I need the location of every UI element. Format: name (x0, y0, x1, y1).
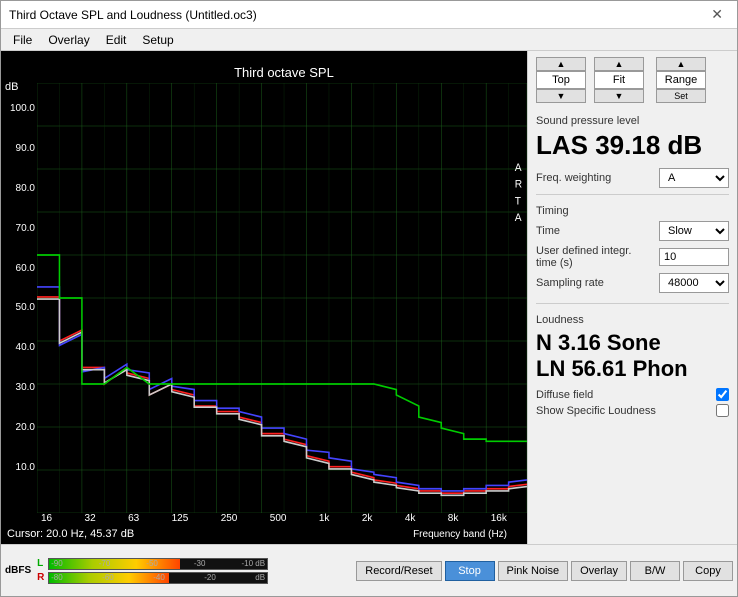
show-specific-label: Show Specific Loudness (536, 405, 656, 417)
time-select[interactable]: Slow Fast (659, 221, 729, 241)
pink-noise-button[interactable]: Pink Noise (498, 561, 569, 581)
l-label: L (37, 558, 45, 569)
menu-file[interactable]: File (5, 31, 40, 49)
sampling-rate-row: Sampling rate 48000 44100 (536, 273, 729, 293)
fit-down-btn[interactable]: ▼ (594, 89, 644, 103)
record-reset-button[interactable]: Record/Reset (356, 561, 441, 581)
freq-weighting-select[interactable]: A C Z (659, 168, 729, 188)
time-row: Time Slow Fast (536, 221, 729, 241)
bottom-strip: dBFS L -90 -70 -50 -30 -10 dB R (1, 544, 737, 596)
fit-up-btn[interactable]: ▲ (594, 57, 644, 71)
top-down-btn[interactable]: ▼ (536, 89, 586, 103)
level-bar-L-ticks: -90 -70 -50 -30 -10 dB (49, 559, 267, 569)
diffuse-field-checkbox[interactable] (716, 388, 729, 401)
freq-weighting-label: Freq. weighting (536, 172, 611, 184)
diffuse-field-row: Diffuse field (536, 388, 729, 401)
main-window: Third Octave SPL and Loudness (Untitled.… (0, 0, 738, 597)
svg-text:A: A (515, 162, 523, 174)
chart-plot: A R T A (37, 83, 527, 513)
menu-overlay[interactable]: Overlay (40, 31, 97, 49)
diffuse-field-label: Diffuse field (536, 389, 593, 401)
x-axis-title: Frequency band (Hz) (413, 529, 527, 540)
loudness-section-label: Loudness (536, 314, 729, 326)
freq-weighting-row: Freq. weighting A C Z (536, 168, 729, 188)
db-label: dB (5, 81, 18, 93)
level-bars: L -90 -70 -50 -30 -10 dB R (37, 558, 268, 584)
top-up-btn[interactable]: ▲ (536, 57, 586, 71)
fit-value: Fit (594, 71, 644, 89)
svg-text:A: A (515, 211, 523, 223)
r-label: R (37, 572, 45, 583)
copy-button[interactable]: Copy (683, 561, 733, 581)
level-bar-R-row: R -80 -60 -40 -20 dB (37, 572, 268, 584)
user-defined-row: User defined integr. time (s) (536, 245, 729, 269)
y-axis: 100.0 90.0 80.0 70.0 60.0 50.0 40.0 30.0… (1, 83, 37, 513)
title-bar: Third Octave SPL and Loudness (Untitled.… (1, 1, 737, 29)
time-label: Time (536, 225, 560, 237)
set-btn[interactable]: Set (656, 89, 706, 103)
menu-bar: File Overlay Edit Setup (1, 29, 737, 51)
chart-title: Third octave SPL (234, 65, 334, 80)
svg-text:T: T (515, 195, 522, 207)
window-title: Third Octave SPL and Loudness (Untitled.… (9, 8, 257, 22)
sampling-rate-select[interactable]: 48000 44100 (659, 273, 729, 293)
menu-edit[interactable]: Edit (98, 31, 135, 49)
level-bar-L: -90 -70 -50 -30 -10 dB (48, 558, 268, 570)
menu-setup[interactable]: Setup (134, 31, 181, 49)
top-control-group: ▲ Top ▼ (536, 57, 586, 103)
chart-svg: A R T A (37, 83, 527, 513)
bottom-buttons: Record/Reset Stop Pink Noise Overlay B/W… (356, 561, 733, 581)
svg-text:R: R (515, 178, 523, 190)
spl-section-label: Sound pressure level (536, 115, 729, 127)
loudness-n: N 3.16 Sone (536, 330, 729, 356)
show-specific-checkbox[interactable] (716, 404, 729, 417)
show-specific-row: Show Specific Loudness (536, 404, 729, 417)
level-bar-L-row: L -90 -70 -50 -30 -10 dB (37, 558, 268, 570)
stop-button[interactable]: Stop (445, 561, 495, 581)
cursor-info: Cursor: 20.0 Hz, 45.37 dB (1, 528, 134, 540)
close-button[interactable]: ✕ (705, 4, 729, 25)
level-bar-R-ticks: -80 -60 -40 -20 dB (49, 573, 267, 583)
loudness-section: Loudness N 3.16 Sone LN 56.61 Phon (536, 303, 729, 383)
x-axis-labels: 16 32 63 125 250 500 1k 2k 4k 8k 16k (41, 513, 527, 524)
sampling-rate-label: Sampling rate (536, 277, 604, 289)
level-bar-R: -80 -60 -40 -20 dB (48, 572, 268, 584)
user-defined-input[interactable] (659, 248, 729, 266)
chart-footer: Cursor: 20.0 Hz, 45.37 dB Frequency band… (1, 526, 527, 544)
dbfs-label: dBFS (5, 565, 31, 576)
spl-section: Sound pressure level LAS 39.18 dB (536, 111, 729, 160)
spl-value: LAS 39.18 dB (536, 131, 729, 160)
range-label: Range (656, 71, 706, 89)
range-up-btn[interactable]: ▲ (656, 57, 706, 71)
loudness-ln: LN 56.61 Phon (536, 356, 729, 382)
bw-button[interactable]: B/W (630, 561, 680, 581)
main-content: dB Third octave SPL 100.0 90.0 80.0 70.0… (1, 51, 737, 544)
timing-section: Timing Time Slow Fast User defined integ… (536, 194, 729, 297)
chart-area: dB Third octave SPL 100.0 90.0 80.0 70.0… (1, 51, 527, 544)
overlay-button[interactable]: Overlay (571, 561, 627, 581)
right-panel: ▲ Top ▼ ▲ Fit ▼ ▲ Range (527, 51, 737, 544)
x-axis-container: 16 32 63 125 250 500 1k 2k 4k 8k 16k (1, 513, 527, 526)
timing-section-label: Timing (536, 205, 729, 217)
top-controls: ▲ Top ▼ ▲ Fit ▼ ▲ Range (536, 57, 729, 103)
top-value: Top (536, 71, 586, 89)
user-defined-label: User defined integr. time (s) (536, 245, 636, 269)
range-control-group: ▲ Range Set (656, 57, 706, 103)
dbfs-section: dBFS (5, 565, 31, 576)
fit-control-group: ▲ Fit ▼ (594, 57, 644, 103)
